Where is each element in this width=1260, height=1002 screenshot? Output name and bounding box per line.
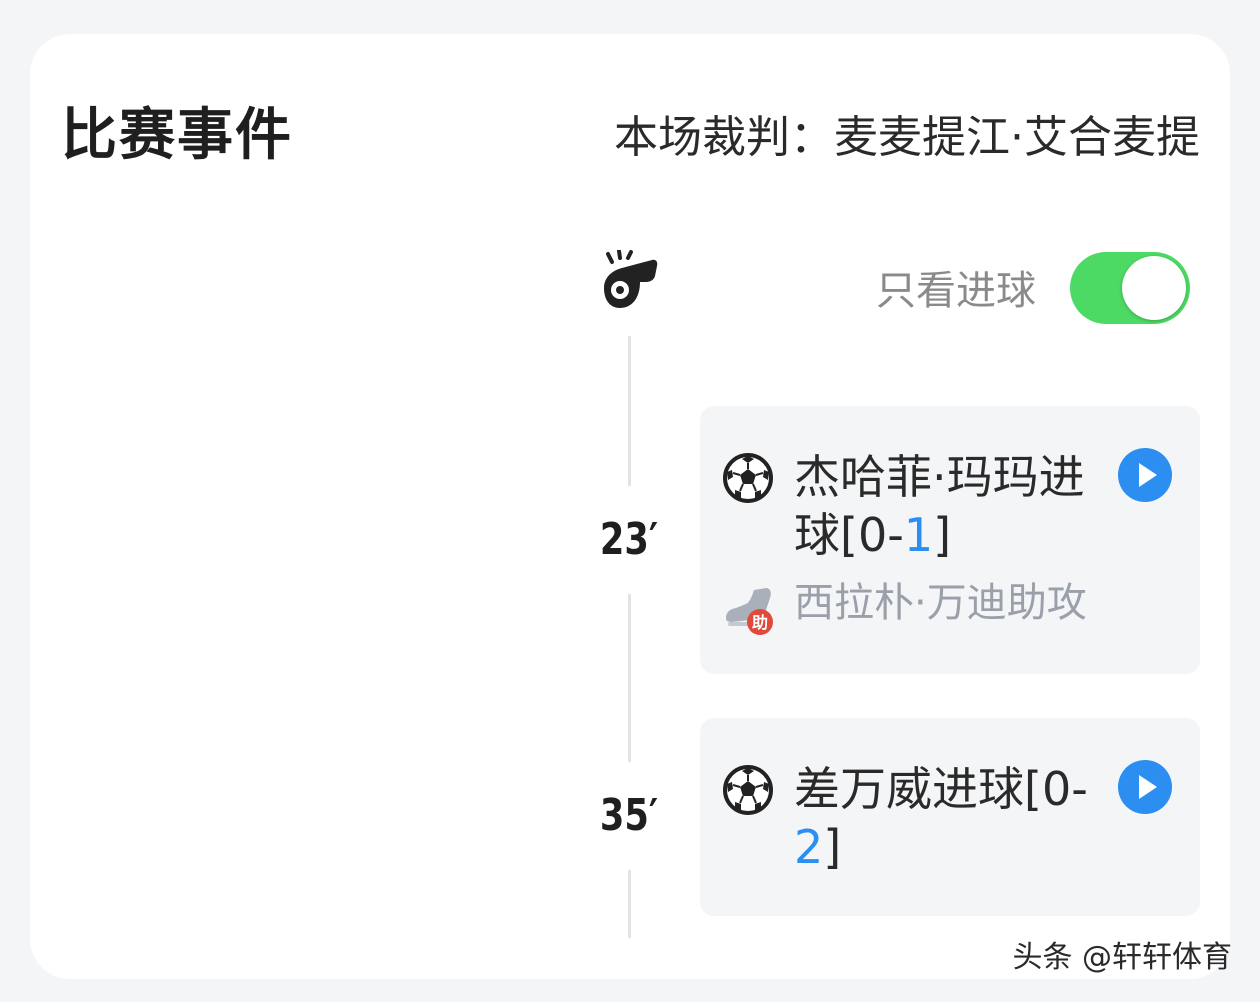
match-events-card: 比赛事件 本场裁判：麦麦提江·艾合麦提 只看进球 23′ 35′ 杰哈菲·玛玛进… <box>30 34 1230 979</box>
soccer-ball-icon <box>723 765 773 815</box>
assist-text: 西拉朴·万迪助攻 <box>794 580 1087 626</box>
goals-only-toggle[interactable] <box>1070 252 1190 324</box>
boot-assist-icon: 助 <box>726 588 773 635</box>
toggle-knob <box>1122 256 1186 320</box>
event-minute: 23′ <box>599 514 659 565</box>
score-highlight: 2 <box>794 820 824 874</box>
section-title: 比赛事件 <box>61 103 293 168</box>
timeline-line <box>628 336 631 486</box>
goal-event-card[interactable]: 杰哈菲·玛玛进球[0-1] 助 西拉朴·万迪助攻 <box>700 406 1200 674</box>
score-highlight: 1 <box>903 508 934 562</box>
goals-only-label: 只看进球 <box>876 268 1036 314</box>
watermark: 头条 @轩轩体育 <box>1012 940 1232 975</box>
goal-text-suffix: ] <box>823 820 842 874</box>
event-minute: 35′ <box>599 790 659 841</box>
goal-description: 差万威进球[0-2] <box>794 760 1094 876</box>
whistle-icon <box>604 250 658 308</box>
goal-text: 差万威进球[0- <box>794 762 1088 816</box>
play-video-icon[interactable] <box>1118 760 1172 814</box>
play-video-icon[interactable] <box>1118 448 1172 502</box>
timeline-line <box>628 870 631 938</box>
goal-text-suffix: ] <box>933 508 952 562</box>
timeline-line <box>628 594 631 762</box>
assist-badge-text: 助 <box>752 613 768 632</box>
soccer-ball-icon <box>723 453 773 503</box>
goal-event-card[interactable]: 差万威进球[0-2] <box>700 718 1200 916</box>
goal-description: 杰哈菲·玛玛进球[0-1] <box>794 448 1114 564</box>
referee-info: 本场裁判：麦麦提江·艾合麦提 <box>614 112 1200 163</box>
